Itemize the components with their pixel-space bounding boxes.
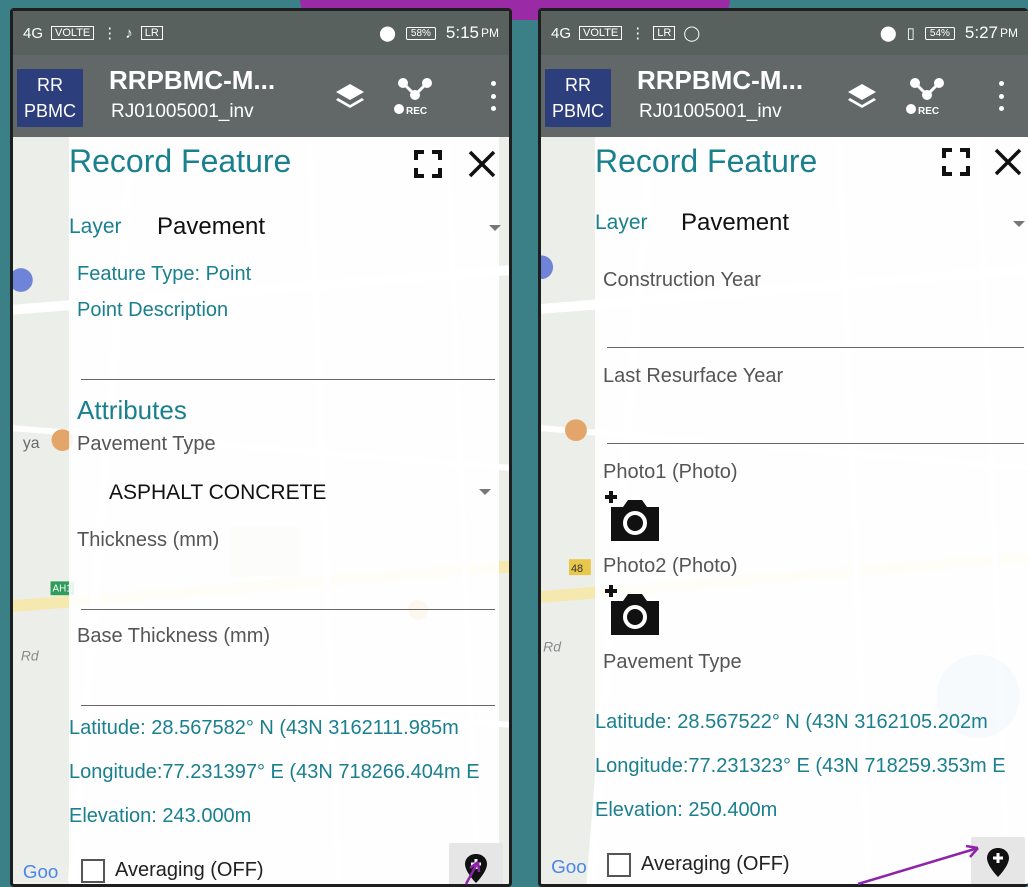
logo-line-1: RR (565, 75, 591, 95)
volte-badge: VOLTE (579, 26, 623, 40)
map-label-rd: Rd (543, 639, 562, 655)
clock-time: 5:27 (964, 23, 998, 42)
layer-dropdown-icon[interactable] (489, 225, 501, 231)
pavement-type-label: Pavement Type (77, 433, 216, 455)
app-logo: RR PBMC (545, 69, 611, 127)
base-thickness-label: Base Thickness (mm) (77, 625, 271, 647)
add-location-icon (987, 848, 1009, 877)
logo-line-1: RR (37, 75, 63, 95)
location-icon: ⬤ (879, 25, 897, 42)
project-title: RRPBMC-M... (637, 65, 804, 95)
longitude-readout: Longitude:77.231397° E (43N 718266.404m … (69, 761, 480, 783)
construction-year-label: Construction Year (603, 269, 761, 291)
google-logo: Goo (23, 861, 58, 882)
overflow-menu-icon[interactable] (997, 81, 1005, 111)
notification-dots-icon: ⋮ (630, 25, 646, 42)
vibrate-icon: ▯ (906, 25, 915, 42)
signal-indicator: 4G (23, 24, 44, 42)
point-description-field[interactable] (81, 379, 495, 380)
fullscreen-icon[interactable] (413, 149, 443, 179)
last-resurface-year-field[interactable] (607, 443, 1024, 444)
pavement-type-select[interactable]: ASPHALT CONCRETE (109, 481, 326, 505)
layer-select[interactable]: Pavement (157, 213, 265, 241)
app-bar: RR PBMC RRPBMC-M... RJ01005001_inv REC (13, 55, 509, 137)
attributes-header: Attributes (77, 395, 187, 425)
layer-dropdown-icon[interactable] (1013, 221, 1025, 227)
elevation-readout: Elevation: 243.000m (69, 805, 252, 827)
construction-year-field[interactable] (607, 347, 1024, 348)
thickness-field[interactable] (81, 609, 495, 610)
carrier-badge: LR (140, 26, 163, 40)
pavement-type-label: Pavement Type (603, 651, 742, 673)
map-label-rd: Rd (21, 647, 40, 663)
averaging-checkbox[interactable] (607, 853, 631, 877)
panel-title: Record Feature (69, 143, 292, 179)
carrier-badge: LR (653, 26, 676, 40)
thickness-label: Thickness (mm) (77, 529, 220, 551)
layer-select[interactable]: Pavement (681, 209, 789, 237)
feature-type: Feature Type: Point (77, 263, 252, 285)
app-bar: RR PBMC RRPBMC-M... RJ01005001_inv REC (541, 55, 1028, 137)
signal-indicator: 4G (551, 24, 572, 42)
record-feature-panel: Record Feature Layer Pavement Constructi… (595, 137, 1028, 884)
latitude-readout: Latitude: 28.567582° N (43N 3162111.985m (69, 717, 459, 739)
close-icon[interactable] (993, 147, 1023, 177)
record-track-icon[interactable]: REC (393, 69, 437, 119)
averaging-label: Averaging (OFF) (115, 859, 264, 881)
rec-label: REC (918, 106, 939, 117)
location-icon: ⬤ (379, 25, 396, 42)
status-bar: 4G VOLTE ⋮ LR ◯ ⬤ ▯ 54% 5:27 PM (541, 11, 1028, 55)
close-icon[interactable] (467, 149, 497, 179)
layer-label: Layer (69, 215, 122, 238)
project-subtitle: RJ01005001_inv (111, 101, 254, 122)
panel-title: Record Feature (595, 143, 818, 179)
logo-line-2: PBMC (23, 101, 76, 121)
status-bar: 4G VOLTE ⋮ ♪ LR ⬤ 58% 5:15 PM (13, 11, 509, 55)
map-label-ya: ya (23, 435, 40, 452)
layer-label: Layer (595, 211, 648, 234)
layers-icon[interactable] (845, 81, 879, 115)
fullscreen-icon[interactable] (941, 147, 971, 177)
add-photo1-camera-icon[interactable] (601, 487, 663, 543)
elevation-readout: Elevation: 250.400m (595, 799, 778, 821)
point-description-label: Point Description (77, 299, 229, 321)
latitude-readout: Latitude: 28.567522° N (43N 3162105.202m (595, 711, 988, 733)
app-logo: RR PBMC (17, 69, 83, 127)
project-subtitle: RJ01005001_inv (639, 101, 782, 122)
rec-label: REC (406, 106, 427, 117)
clock-suffix: PM (481, 26, 499, 40)
battery-indicator: 54% (924, 26, 955, 40)
clock-time: 5:15 (445, 23, 479, 42)
notification-dots-icon: ⋮ (102, 25, 118, 42)
averaging-checkbox[interactable] (81, 859, 105, 883)
record-track-icon[interactable]: REC (905, 69, 949, 119)
whatsapp-icon: ◯ (683, 25, 701, 42)
add-photo2-camera-icon[interactable] (601, 581, 663, 637)
longitude-readout: Longitude:77.231323° E (43N 718259.353m … (595, 755, 1006, 777)
clock-suffix: PM (1000, 26, 1018, 40)
averaging-label: Averaging (OFF) (641, 853, 790, 875)
google-logo: Goo (551, 856, 587, 877)
photo2-label: Photo2 (Photo) (603, 555, 738, 577)
phone-screen-2: 48 Rd Goo 4G VOLTE ⋮ LR ◯ ⬤ ▯ 54% 5:27 P… (538, 8, 1028, 887)
map-label-48: 48 (571, 563, 583, 575)
add-location-icon (465, 854, 487, 883)
volte-badge: VOLTE (51, 26, 95, 40)
add-point-button[interactable] (449, 843, 503, 884)
photo1-label: Photo1 (Photo) (603, 461, 738, 483)
last-resurface-year-label: Last Resurface Year (603, 365, 784, 387)
layers-icon[interactable] (333, 81, 367, 115)
music-icon: ♪ (125, 24, 133, 42)
logo-line-2: PBMC (551, 101, 604, 121)
battery-indicator: 58% (405, 26, 436, 40)
record-feature-panel: Record Feature Layer Pavement Feature Ty… (69, 137, 503, 884)
add-point-button[interactable] (971, 837, 1025, 884)
base-thickness-field[interactable] (81, 705, 495, 706)
overflow-menu-icon[interactable] (489, 81, 497, 111)
pavement-type-dropdown-icon[interactable] (479, 489, 491, 495)
project-title: RRPBMC-M... (109, 65, 276, 95)
phone-screen-1: ya AH1 Rd Goo 4G VOLTE ⋮ ♪ LR ⬤ 58% 5:15… (10, 8, 512, 887)
